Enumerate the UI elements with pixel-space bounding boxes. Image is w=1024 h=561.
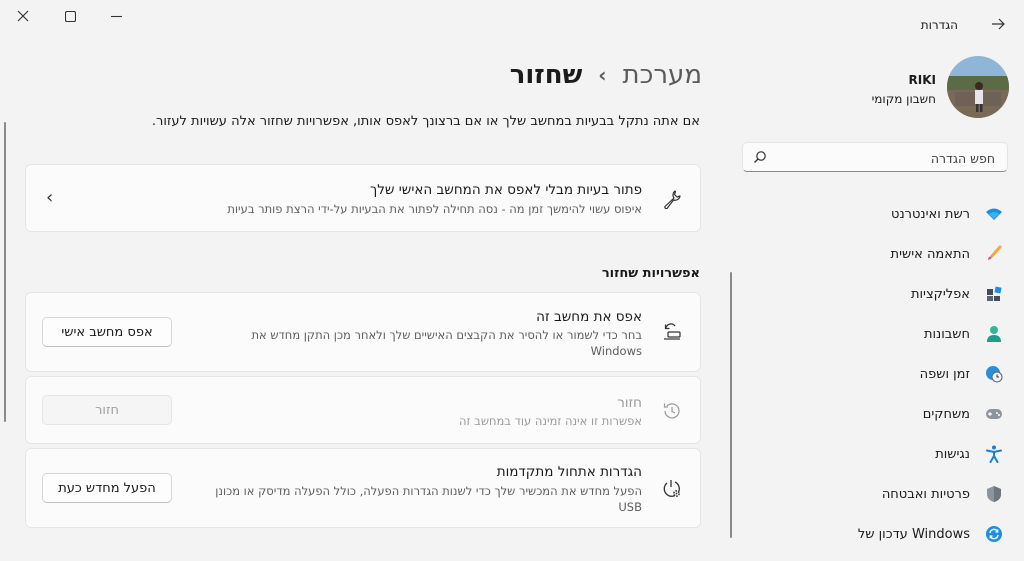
nav-scrollbar[interactable] — [730, 272, 732, 538]
brush-icon — [984, 244, 1004, 264]
troubleshoot-card[interactable]: פתור בעיות מבלי לאפס את המחשב האישי שלך … — [25, 164, 701, 232]
nav-item-windows-update[interactable]: עדכון של Windows — [740, 517, 1010, 551]
troubleshoot-subtitle: איפוס עשוי להימשך זמן מה - נסה תחילה לפת… — [227, 202, 642, 216]
page-description: אם אתה נתקל בבעיות במחשב שלך או אם ברצונ… — [151, 114, 700, 129]
nav-item-privacy-security[interactable]: פרטיות ואבטחה — [740, 477, 1010, 511]
globe-clock-icon — [984, 364, 1004, 384]
profile-account-type: חשבון מקומי — [871, 92, 936, 106]
troubleshoot-title: פתור בעיות מבלי לאפס את המחשב האישי שלך — [369, 182, 642, 198]
nav-item-label: אפליקציות — [910, 286, 970, 302]
restart-now-button[interactable]: הפעל מחדש כעת — [42, 473, 172, 503]
nav-item-gaming[interactable]: משחקים — [740, 397, 1010, 431]
avatar-image — [947, 56, 1009, 118]
back-button[interactable] — [986, 12, 1010, 36]
nav-item-personalization[interactable]: התאמה אישית — [740, 237, 1010, 271]
reset-pc-subtitle-line1: בחר כדי לשמור או להסיר את הקבצים האישיים… — [251, 328, 642, 342]
app-title: הגדרות — [920, 18, 958, 32]
wifi-icon — [984, 204, 1004, 224]
person-icon — [984, 324, 1004, 344]
power-settings-icon — [660, 477, 684, 501]
advanced-startup-subtitle-line2: USB — [618, 500, 642, 514]
go-back-card: חזור אפשרות זו אינה זמינה עוד במחשב זה ח… — [25, 376, 701, 444]
nav-item-accounts[interactable]: חשבונות — [740, 317, 1010, 351]
nav-item-label: עדכון של Windows — [857, 526, 970, 542]
nav-item-label: משחקים — [922, 406, 970, 422]
update-icon — [984, 524, 1004, 544]
gamepad-icon — [984, 404, 1004, 424]
nav-item-label: פרטיות ואבטחה — [881, 486, 970, 502]
nav-item-label: התאמה אישית — [890, 246, 970, 262]
minimize-button[interactable] — [93, 0, 139, 32]
advanced-startup-subtitle-line1: הפעל מחדש את המכשיר שלך כדי לשנות הגדרות… — [215, 484, 642, 498]
nav-item-time-language[interactable]: זמן ושפה — [740, 357, 1010, 391]
reset-pc-title: אפס את מחשב זה — [536, 309, 642, 325]
breadcrumb: מערכת › שחזור — [510, 60, 702, 90]
nav-item-label: רשת ואינטרנט — [891, 206, 970, 222]
nav-item-network[interactable]: רשת ואינטרנט — [740, 197, 1010, 231]
reset-pc-icon — [660, 320, 684, 344]
profile-name: RIKI — [908, 73, 936, 87]
apps-icon — [984, 284, 1004, 304]
go-back-title: חזור — [617, 395, 642, 411]
history-icon — [660, 399, 684, 423]
search-icon — [754, 151, 766, 163]
nav-item-label: זמן ושפה — [919, 366, 970, 382]
close-button[interactable] — [0, 0, 46, 32]
go-back-button[interactable]: חזור — [42, 395, 172, 425]
arrow-right-icon — [992, 18, 1005, 30]
maximize-icon — [64, 10, 76, 22]
shield-icon — [984, 484, 1004, 504]
advanced-startup-title: הגדרות אתחול מתקדמות — [496, 464, 642, 480]
reset-pc-card: אפס את מחשב זה בחר כדי לשמור או להסיר את… — [25, 292, 701, 372]
breadcrumb-parent[interactable]: מערכת — [623, 60, 702, 90]
avatar[interactable] — [947, 56, 1009, 118]
section-heading: אפשרויות שחזור — [601, 266, 700, 281]
reset-pc-button[interactable]: אפס מחשב אישי — [42, 317, 172, 347]
reset-pc-subtitle-line2: Windows — [590, 344, 642, 358]
go-back-subtitle: אפשרות זו אינה זמינה עוד במחשב זה — [459, 414, 642, 428]
minimize-icon — [110, 15, 122, 17]
nav-item-apps[interactable]: אפליקציות — [740, 277, 1010, 311]
advanced-startup-card: הגדרות אתחול מתקדמות הפעל מחדש את המכשיר… — [25, 448, 701, 528]
main-scrollbar[interactable] — [4, 122, 6, 422]
close-icon — [17, 10, 29, 22]
reset-pc-subtitle: בחר כדי לשמור או להסיר את הקבצים האישיים… — [251, 327, 642, 359]
advanced-startup-subtitle: הפעל מחדש את המכשיר שלך כדי לשנות הגדרות… — [215, 483, 642, 515]
search-input[interactable] — [773, 143, 997, 173]
page-title: שחזור — [509, 60, 583, 90]
breadcrumb-separator: › — [598, 63, 607, 87]
maximize-button[interactable] — [47, 0, 93, 32]
nav-item-label: חשבונות — [923, 326, 970, 342]
wrench-icon — [660, 187, 684, 211]
chevron-left-icon: › — [46, 187, 54, 208]
search-box[interactable] — [742, 142, 1008, 173]
accessibility-icon — [984, 444, 1004, 464]
nav-item-accessibility[interactable]: נגישות — [740, 437, 1010, 471]
nav-item-label: נגישות — [935, 446, 970, 462]
